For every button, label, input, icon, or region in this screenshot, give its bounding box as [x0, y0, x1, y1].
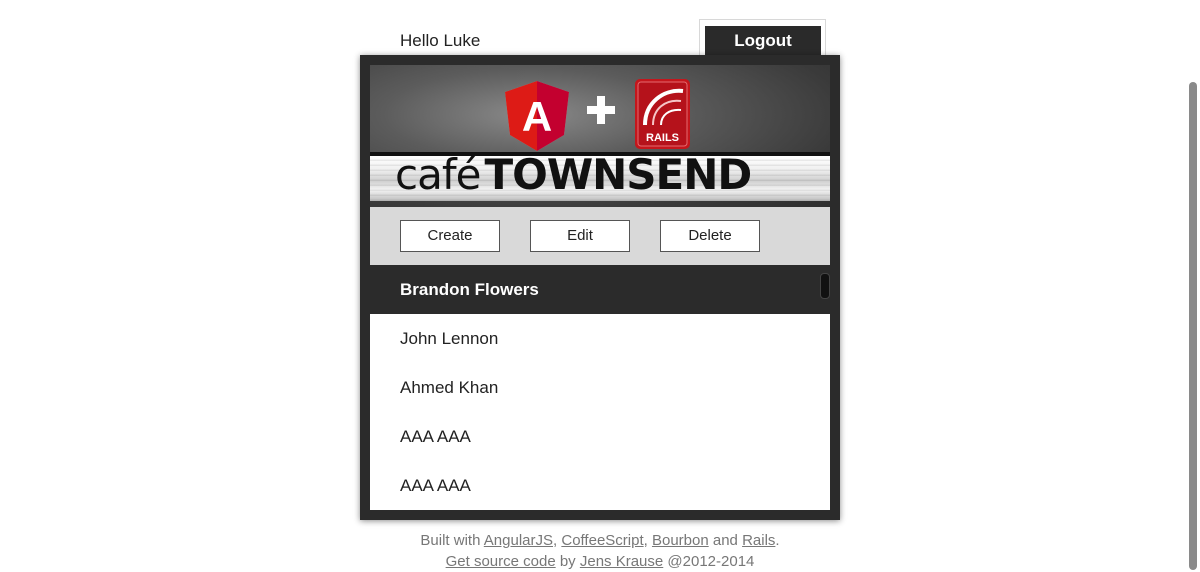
author-link[interactable]: Jens Krause — [580, 553, 663, 570]
logout-button[interactable]: Logout — [705, 26, 821, 56]
period: . — [775, 532, 780, 549]
list-item[interactable]: Ahmed Khan — [370, 363, 830, 412]
list-scrollbar[interactable] — [820, 273, 830, 299]
toolbar: Create Edit Delete — [370, 207, 830, 265]
footer-line-1: Built with AngularJS, CoffeeScript, Bour… — [0, 530, 1200, 551]
separator: , — [643, 532, 648, 549]
list-item[interactable]: Brandon Flowers — [370, 265, 830, 314]
angular-letter: A — [522, 93, 552, 140]
list-item[interactable]: AAA AAA — [370, 412, 830, 461]
create-button[interactable]: Create — [400, 220, 500, 252]
footer-line-2: Get source code by Jens Krause @2012-201… — [0, 551, 1200, 572]
separator: , — [553, 532, 558, 549]
edit-button[interactable]: Edit — [530, 220, 630, 252]
rails-logo-text: RAILS — [646, 132, 679, 144]
angular-logo: A — [505, 81, 569, 151]
cafe-townsend-logo: caféTOWNSEND — [370, 152, 830, 201]
app-panel: A RAILS caféTOWNSEND Create Edit Delete — [360, 55, 840, 520]
employee-name: AAA AAA — [400, 427, 471, 446]
employee-list[interactable]: Brandon Flowers John Lennon Ahmed Khan A… — [370, 265, 830, 510]
rails-logo: RAILS — [635, 79, 690, 149]
employee-name: Ahmed Khan — [400, 378, 499, 397]
employee-name: AAA AAA — [400, 476, 471, 495]
list-item[interactable]: John Lennon — [370, 314, 830, 363]
page-scrollbar-thumb[interactable] — [1189, 82, 1197, 570]
employee-name: Brandon Flowers — [400, 280, 539, 299]
footer: Built with AngularJS, CoffeeScript, Bour… — [0, 530, 1200, 572]
plus-icon — [587, 96, 615, 124]
delete-button[interactable]: Delete — [660, 220, 760, 252]
copyright-text: @2012-2014 — [667, 553, 755, 570]
coffeescript-link[interactable]: CoffeeScript — [561, 532, 643, 549]
bourbon-link[interactable]: Bourbon — [652, 532, 709, 549]
angularjs-link[interactable]: AngularJS — [484, 532, 553, 549]
employee-name: John Lennon — [400, 329, 499, 348]
logo-row: A RAILS — [370, 71, 830, 151]
logout-container: Logout — [699, 19, 826, 59]
greeting-text: Hello Luke — [400, 31, 481, 50]
built-with-text: Built with — [420, 532, 481, 549]
townsend-text: TOWNSEND — [484, 152, 752, 199]
list-item[interactable]: AAA AAA — [370, 461, 830, 510]
by-text: by — [559, 553, 576, 570]
source-code-link[interactable]: Get source code — [446, 553, 556, 570]
cafe-text: café — [395, 152, 481, 199]
and-text: and — [712, 532, 738, 549]
rails-link[interactable]: Rails — [742, 532, 775, 549]
